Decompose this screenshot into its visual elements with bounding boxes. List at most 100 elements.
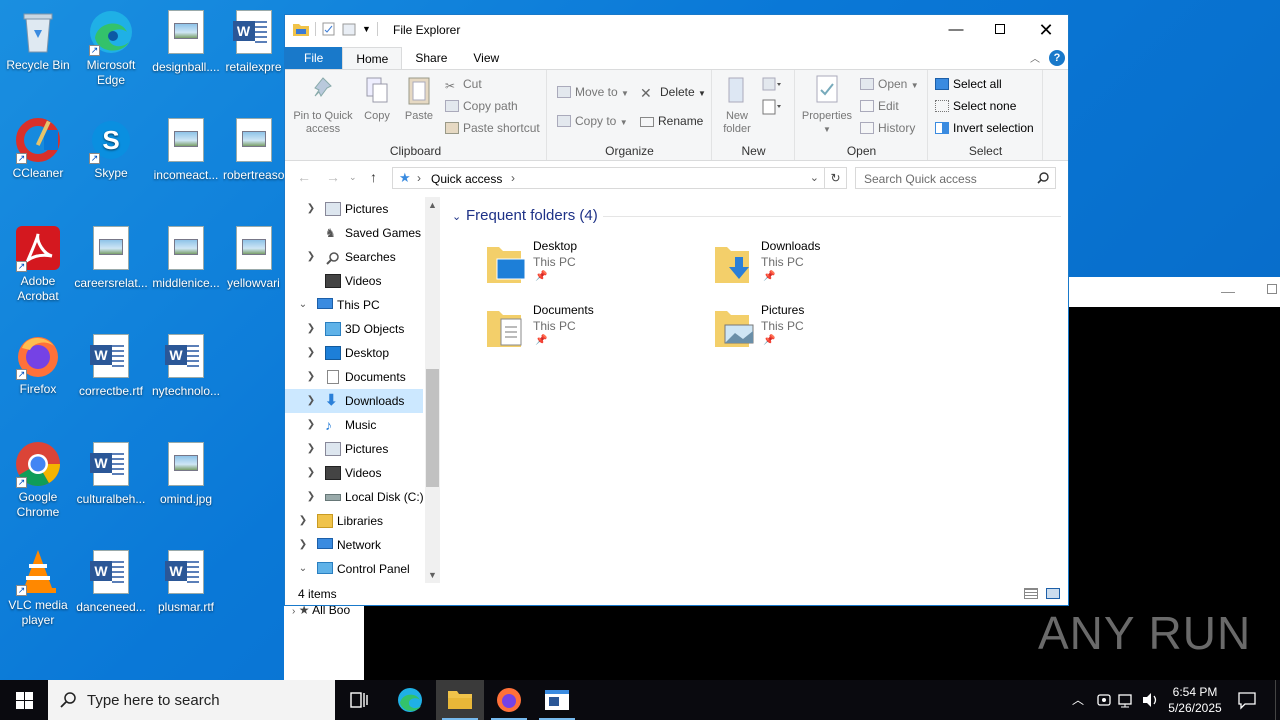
paste-button[interactable]: Paste — [402, 74, 436, 123]
expand-chevron-icon[interactable]: ❯ — [305, 341, 317, 365]
desktop-icon-skype[interactable]: S ↗ Skype — [73, 116, 149, 181]
desktop-icon-vlc[interactable]: ↗ VLC media player — [0, 548, 76, 628]
task-view-button[interactable] — [335, 680, 383, 720]
maximize-icon[interactable] — [1267, 284, 1277, 294]
volume-icon[interactable] — [1142, 692, 1160, 720]
expand-chevron-icon[interactable]: ❯ — [305, 437, 317, 461]
section-title[interactable]: Frequent folders (4) — [466, 207, 598, 224]
taskbar-app-window[interactable] — [533, 680, 581, 720]
desktop-icon-retailexpre[interactable]: W retailexpre — [223, 8, 284, 75]
nav-item-pictures-2[interactable]: ❯ Pictures — [285, 437, 423, 461]
desktop-icon-correctbe[interactable]: W correctbe.rtf — [73, 332, 149, 399]
nav-item-downloads[interactable]: ❯ ⬇ Downloads — [285, 389, 423, 413]
nav-item-documents[interactable]: ❯ Documents — [285, 365, 423, 389]
expand-chevron-icon[interactable]: ❯ — [305, 245, 317, 269]
desktop-icon-nytechnolo[interactable]: W nytechnolo... — [148, 332, 224, 399]
expand-chevron-icon[interactable]: ❯ — [297, 509, 309, 533]
desktop-icon-microsoft-edge[interactable]: ↗ Microsoft Edge — [73, 8, 149, 88]
expand-chevron-icon[interactable]: ❯ — [305, 485, 317, 509]
notifications-icon[interactable] — [1238, 691, 1256, 720]
nav-item-libraries[interactable]: ❯ Libraries — [285, 509, 423, 533]
expand-chevron-icon[interactable]: ❯ — [297, 533, 309, 557]
breadcrumb-chevron-icon[interactable]: › — [511, 171, 515, 185]
invert-selection-button[interactable]: Invert selection — [935, 121, 1034, 135]
expand-chevron-icon[interactable]: ❯ — [305, 413, 317, 437]
minimize-icon[interactable]: — — [1221, 283, 1235, 299]
show-hidden-icons-icon[interactable]: ︿ — [1072, 691, 1084, 720]
folder-tile-documents[interactable]: Documents This PC 📌 — [487, 303, 687, 359]
collapse-ribbon-icon[interactable]: ︿ — [1030, 50, 1040, 65]
move-to-button[interactable]: Move to ▼ — [557, 85, 629, 99]
nav-item-local-disk[interactable]: ❯ Local Disk (C:) — [285, 485, 424, 509]
tab-view[interactable]: View — [460, 47, 512, 69]
copy-button[interactable]: Copy — [360, 74, 394, 123]
maximize-button[interactable] — [977, 15, 1023, 45]
tab-home[interactable]: Home — [342, 47, 403, 69]
nav-item-music[interactable]: ❯ ♪ Music — [285, 413, 423, 437]
nav-item-control-panel[interactable]: ⌄ Control Panel — [285, 557, 423, 581]
tab-file[interactable]: File — [285, 47, 343, 69]
network-icon[interactable] — [1118, 692, 1136, 720]
system-clock[interactable]: 6:54 PM 5/26/2025 — [1160, 684, 1230, 716]
details-view-icon[interactable] — [1024, 588, 1038, 599]
address-dropdown-icon[interactable]: ⌄ — [810, 171, 819, 184]
taskbar-edge[interactable] — [386, 680, 434, 720]
collapse-chevron-icon[interactable]: ⌄ — [297, 293, 309, 317]
forward-arrow-icon[interactable]: → — [326, 169, 340, 185]
nav-item-saved-games[interactable]: ♞ Saved Games — [285, 221, 423, 245]
folder-tile-downloads[interactable]: Downloads This PC 📌 — [715, 239, 915, 295]
nav-item-desktop[interactable]: ❯ Desktop — [285, 341, 423, 365]
nav-item-videos-2[interactable]: ❯ Videos — [285, 461, 423, 485]
expand-chevron-icon[interactable]: ❯ — [305, 365, 317, 389]
desktop-icon-recycle-bin[interactable]: Recycle Bin — [0, 8, 76, 73]
new-folder-icon[interactable] — [342, 22, 356, 36]
expand-chevron-icon[interactable]: ❯ — [305, 389, 317, 413]
help-icon[interactable]: ? — [1049, 50, 1065, 66]
recent-locations-icon[interactable]: ⌄ — [349, 172, 357, 183]
nav-item-3d-objects[interactable]: ❯ 3D Objects — [285, 317, 423, 341]
delete-button[interactable]: ✕ Delete ▼ — [640, 85, 706, 101]
minimize-button[interactable]: — — [933, 15, 979, 45]
nav-item-searches[interactable]: ❯ Searches — [285, 245, 423, 269]
desktop-icon-plusmar[interactable]: W plusmar.rtf — [148, 548, 224, 615]
up-arrow-icon[interactable]: ↑ — [370, 169, 377, 185]
edit-button[interactable]: Edit — [860, 99, 899, 113]
tab-share[interactable]: Share — [402, 47, 460, 69]
close-button[interactable]: ✕ — [1023, 15, 1069, 45]
collapse-group-icon[interactable]: ⌄ — [452, 210, 461, 223]
new-folder-button[interactable]: New folder — [717, 74, 757, 136]
back-arrow-icon[interactable]: ← — [297, 169, 311, 185]
desktop-icon-omind[interactable]: omind.jpg — [148, 440, 224, 507]
show-desktop-button[interactable] — [1275, 680, 1280, 720]
easy-access-icon[interactable] — [761, 98, 783, 116]
scroll-up-icon[interactable]: ▲ — [425, 200, 440, 210]
desktop-icon-firefox[interactable]: ↗ Firefox — [0, 332, 76, 397]
desktop-icon-danceneed[interactable]: W danceneed... — [73, 548, 149, 615]
rename-button[interactable]: Rename — [640, 114, 703, 128]
desktop-icon-culturalbeh[interactable]: W culturalbeh... — [73, 440, 149, 507]
start-button[interactable] — [0, 680, 48, 720]
desktop-icon-middlenice[interactable]: middlenice... — [148, 224, 224, 291]
customize-toolbar-icon[interactable]: ▼ — [362, 24, 371, 34]
taskbar-firefox[interactable] — [485, 680, 533, 720]
nav-item-pictures[interactable]: ❯ Pictures — [285, 197, 423, 221]
collapse-chevron-icon[interactable]: ⌄ — [297, 557, 309, 581]
scrollbar-thumb[interactable] — [426, 369, 439, 487]
search-input[interactable]: Search Quick access — [855, 167, 1056, 189]
scroll-down-icon[interactable]: ▼ — [425, 570, 440, 580]
new-item-icon[interactable] — [761, 76, 783, 94]
meet-now-icon[interactable] — [1096, 692, 1112, 720]
desktop-icon-robertreaso[interactable]: robertreaso — [223, 116, 284, 183]
pin-to-quick-access-button[interactable]: Pin to Quick access — [291, 74, 355, 136]
nav-item-this-pc[interactable]: ⌄ This PC — [285, 293, 423, 317]
large-icons-view-icon[interactable] — [1046, 588, 1060, 599]
refresh-button[interactable]: ↻ — [825, 167, 847, 189]
copy-to-button[interactable]: Copy to ▼ — [557, 114, 628, 128]
expand-chevron-icon[interactable]: ❯ — [305, 317, 317, 341]
open-button[interactable]: Open ▼ — [860, 77, 919, 91]
cut-button[interactable]: ✂ Cut — [445, 77, 482, 93]
desktop-icon-incomeact[interactable]: incomeact... — [148, 116, 224, 183]
nav-scrollbar[interactable]: ▲ ▼ — [425, 197, 440, 583]
paste-shortcut-button[interactable]: Paste shortcut — [445, 121, 540, 135]
select-none-button[interactable]: Select none — [935, 99, 1016, 113]
